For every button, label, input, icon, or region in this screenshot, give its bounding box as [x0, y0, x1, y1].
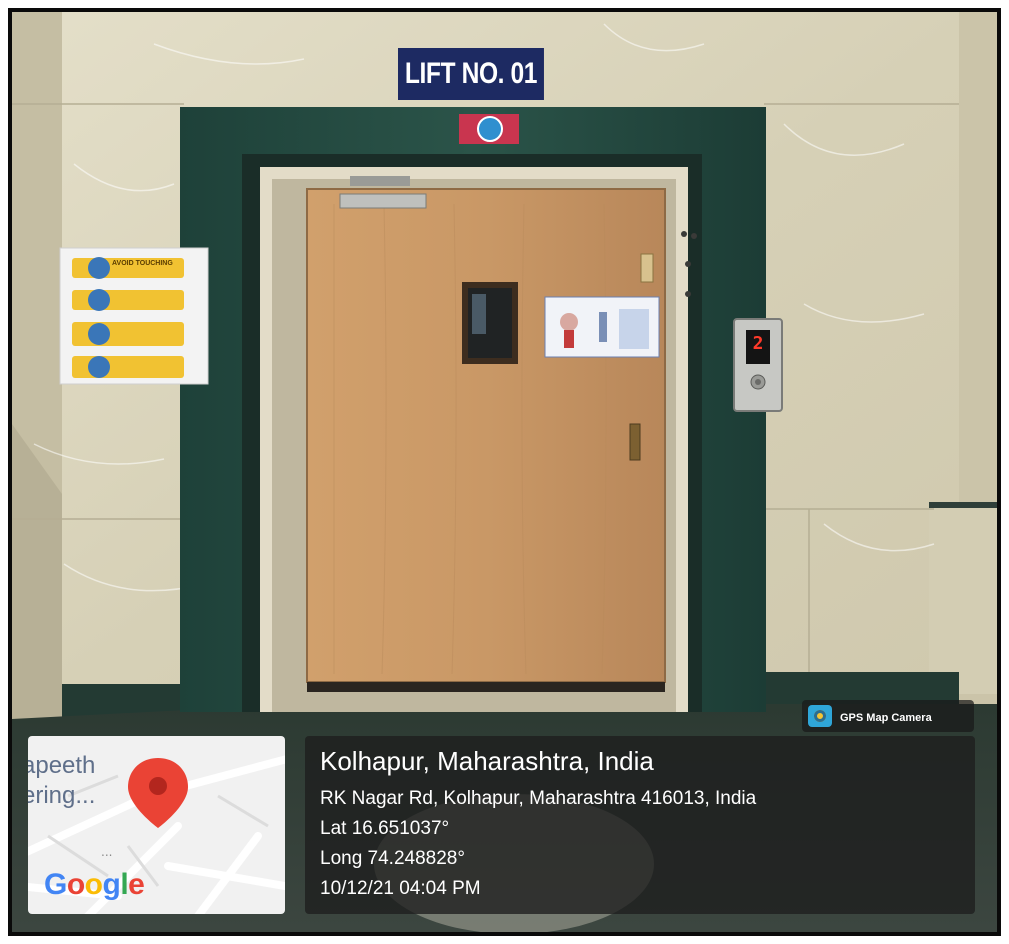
door-closer [339, 193, 427, 209]
lift-door [307, 189, 665, 682]
google-logo-letter: g [102, 868, 121, 901]
map-thumbnail: ... apeeth ering... Google [28, 736, 285, 914]
longitude-line: Long 74.248828° [320, 848, 465, 869]
floor-indicator-display: 2 [752, 333, 764, 354]
latitude-line: Lat 16.651037° [320, 818, 450, 839]
map-pin-icon [128, 758, 188, 828]
svg-text:...: ... [101, 845, 112, 859]
google-logo: Google [44, 868, 145, 902]
gps-camera-icon [808, 705, 832, 727]
google-logo-letter: e [128, 868, 145, 901]
address-line: RK Nagar Rd, Kolhapur, Maharashtra 41601… [320, 788, 757, 809]
google-logo-letter: G [44, 868, 67, 901]
datetime-line: 10/12/21 04:04 PM [320, 878, 481, 899]
map-place-name-2: ering... [28, 782, 96, 809]
location-title: Kolhapur, Maharashtra, India [320, 746, 654, 776]
google-logo-letter: o [84, 868, 103, 901]
door-handle [629, 423, 641, 461]
sticker-label-avoid-touching: AVOID TOUCHING [112, 260, 173, 267]
lift-number-sign: LIFT NO. 01 [398, 48, 544, 100]
google-logo-letter: l [120, 868, 129, 901]
map-place-name: apeeth [28, 752, 96, 779]
gps-app-name: GPS Map Camera [840, 712, 932, 724]
google-logo-letter: o [66, 868, 85, 901]
